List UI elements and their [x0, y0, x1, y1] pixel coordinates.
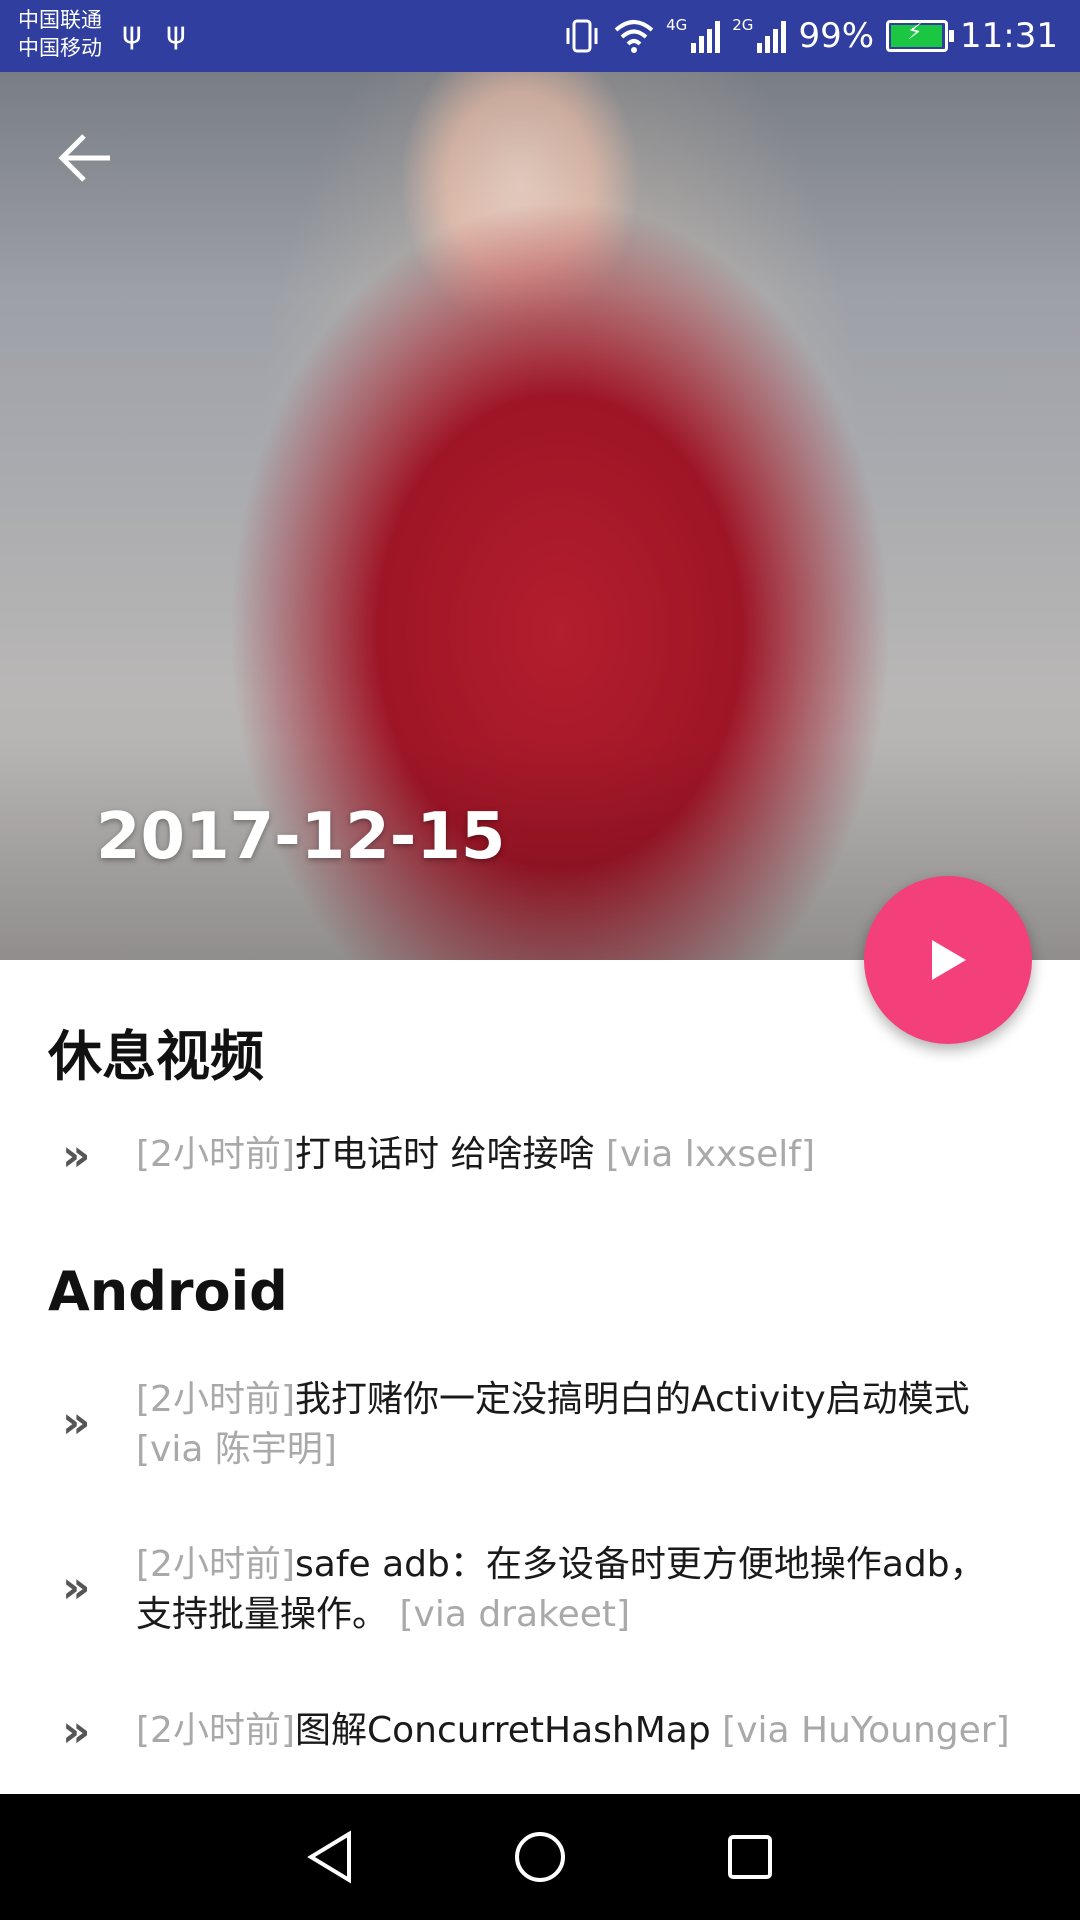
section-title-android: Android: [48, 1260, 288, 1323]
back-button[interactable]: [56, 128, 116, 188]
bullet-icon: »: [62, 1562, 91, 1613]
status-icons: 4G 2G 99% ⚡ 11:31: [562, 0, 1058, 72]
nav-recents-button[interactable]: [720, 1827, 780, 1887]
usb-icon: ψ: [166, 16, 186, 51]
section-title-relax-video: 休息视频: [48, 1025, 264, 1088]
item-via: [via lxxself]: [605, 1134, 815, 1175]
usb-icon: ψ: [122, 16, 142, 51]
item-time: [2小时前]: [136, 1134, 295, 1175]
network-type-1: 4G: [666, 16, 688, 34]
item-time: [2小时前]: [136, 1544, 295, 1585]
back-triangle-icon: [307, 1830, 351, 1884]
arrow-left-icon: [58, 134, 110, 182]
nav-back-button[interactable]: [300, 1827, 360, 1887]
play-button[interactable]: [864, 876, 1032, 1044]
bullet-icon: »: [62, 1130, 91, 1181]
bullet-icon: »: [62, 1397, 91, 1448]
carrier-2: 中国移动: [18, 36, 102, 60]
charging-icon: ⚡: [907, 20, 923, 45]
battery-percent: 99%: [798, 16, 875, 56]
home-circle-icon: [515, 1832, 565, 1882]
content-list: 休息视频 » [2小时前]打电话时 给啥接啥 [via lxxself] And…: [0, 960, 1080, 1794]
item-title: 我打赌你一定没搞明白的Activity启动模式: [295, 1379, 970, 1420]
clock: 11:31: [960, 16, 1058, 56]
nav-home-button[interactable]: [510, 1827, 570, 1887]
recents-square-icon: [728, 1835, 772, 1879]
item-title: 图解ConcurretHashMap: [295, 1710, 711, 1751]
vibrate-icon: [566, 19, 598, 53]
signal-icon: [757, 19, 787, 53]
carrier-1: 中国联通: [18, 8, 102, 32]
signal-icon: [691, 19, 721, 53]
item-title: 打电话时 给啥接啥: [295, 1134, 595, 1175]
item-time: [2小时前]: [136, 1710, 295, 1751]
header-date: 2017-12-15: [96, 800, 506, 874]
item-via: [via HuYounger]: [722, 1710, 1010, 1751]
navigation-bar: [0, 1794, 1080, 1920]
network-type-2: 2G: [732, 16, 754, 34]
item-via: [via drakeet]: [399, 1594, 631, 1635]
carrier-labels: 中国联通 中国移动: [18, 6, 102, 62]
status-bar: 中国联通 中国移动 ψ ψ 4G 2G 99% ⚡ 11:31: [0, 0, 1080, 72]
item-via: [via 陈宇明]: [136, 1429, 337, 1470]
wifi-icon: [614, 20, 654, 53]
bullet-icon: »: [62, 1706, 91, 1757]
play-icon: [932, 940, 966, 980]
item-time: [2小时前]: [136, 1379, 295, 1420]
battery-icon: ⚡: [886, 20, 955, 52]
